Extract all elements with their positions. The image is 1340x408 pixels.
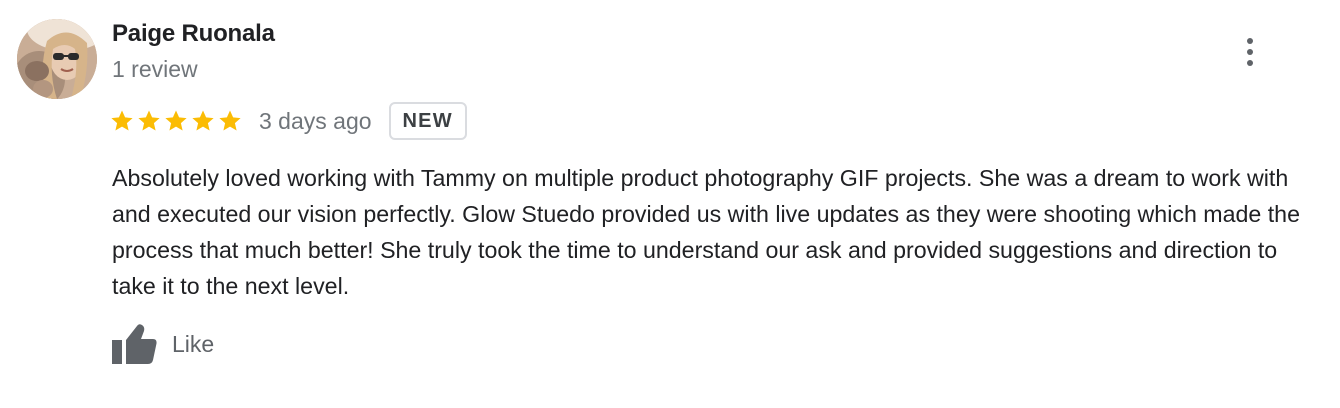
star-icon [165, 110, 187, 131]
star-icon [138, 110, 160, 131]
more-vert-icon-dot [1247, 60, 1253, 66]
rating-row: 3 days ago NEW [110, 100, 467, 142]
thumbs-up-icon [112, 324, 157, 364]
like-button[interactable]: Like [108, 322, 214, 366]
star-icon [111, 110, 133, 131]
more-vert-icon-dot [1247, 49, 1253, 55]
avatar[interactable] [17, 19, 97, 99]
avatar-photo [17, 19, 97, 99]
more-options-button[interactable] [1234, 34, 1266, 70]
star-rating [110, 109, 242, 133]
reviewer-name[interactable]: Paige Ruonala [112, 20, 275, 48]
new-badge: NEW [388, 102, 467, 140]
review-text: Absolutely loved working with Tammy on m… [112, 165, 1300, 299]
like-label: Like [172, 330, 215, 357]
reviewer-review-count[interactable]: 1 review [112, 56, 198, 83]
more-vert-icon [1247, 38, 1253, 44]
review-time: 3 days ago [259, 107, 372, 134]
star-icon [219, 110, 241, 131]
star-icon [192, 110, 214, 131]
